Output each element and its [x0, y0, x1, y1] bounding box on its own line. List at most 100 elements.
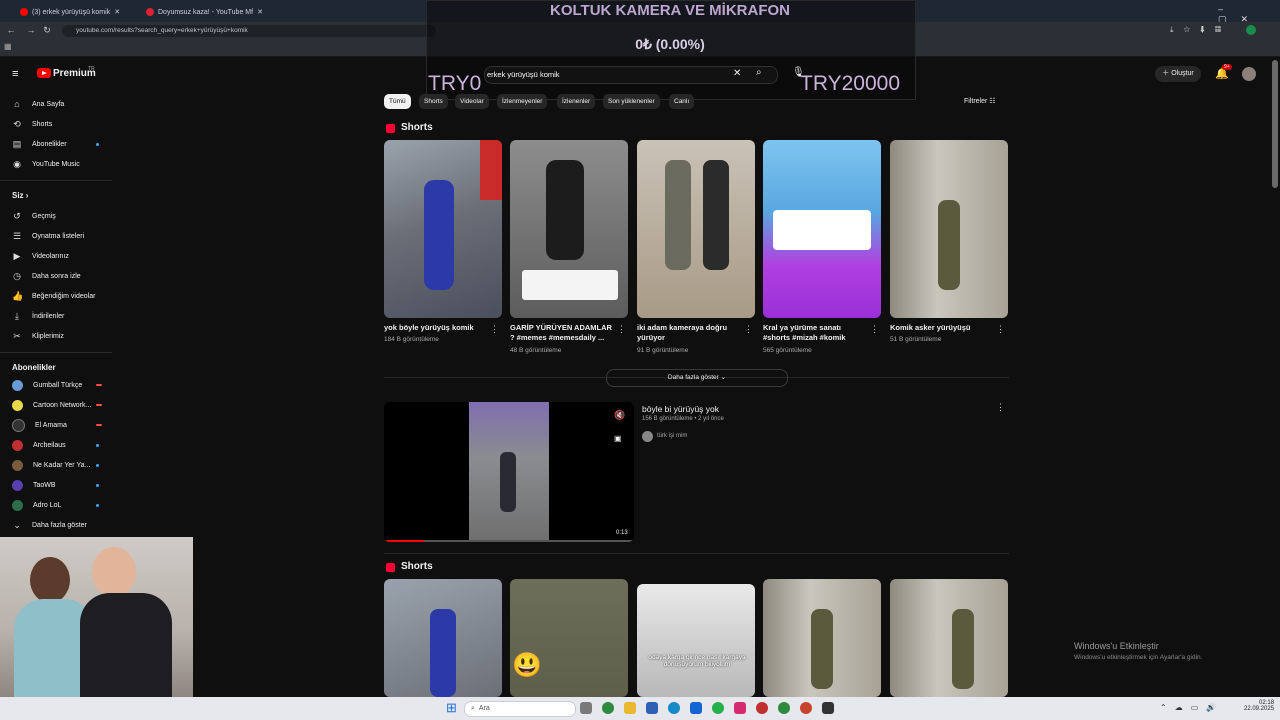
task-view-icon[interactable] [580, 702, 592, 714]
short-thumbnail[interactable] [890, 140, 1008, 318]
short-title[interactable]: GARİP YÜRÜYEN ADAMLAR ? #memes #memesdai… [510, 323, 614, 343]
chip-shorts[interactable]: Shorts [419, 94, 448, 109]
chip-recently-uploaded[interactable]: Son yüklenenler [603, 94, 660, 109]
microphone-icon[interactable]: 🎙 [792, 67, 805, 78]
chip-videos[interactable]: Videolar [455, 94, 489, 109]
search-icon: ⌕ [471, 705, 475, 712]
sidebar-sub-item[interactable]: Cartoon Network... [12, 396, 91, 414]
short-thumbnail[interactable] [763, 140, 881, 318]
short-title[interactable]: iki adam kameraya doğru yürüyor [637, 323, 741, 343]
mute-icon[interactable]: 🔇 [614, 410, 625, 421]
home-icon: ⌂ [14, 99, 20, 109]
sidebar-item-downloads[interactable]: ⤓ İndirilenler [12, 307, 64, 325]
chip-unwatched[interactable]: İzlenmeyenler [497, 94, 548, 109]
sidebar-label: TaoWB [33, 481, 56, 489]
channel-avatar[interactable] [642, 431, 653, 442]
short-title[interactable]: Kral ya yürüme sanatı #shorts #mizah #ko… [763, 323, 867, 343]
sidebar-item-subscriptions[interactable]: ▤ Abonelikler [12, 135, 67, 153]
short-views: 51 B görüntüleme [890, 336, 942, 343]
grinning-emoji-icon: 😃 [512, 652, 542, 679]
sidebar-sub-item[interactable]: Archeilaus [12, 436, 66, 454]
apps-icon[interactable]: ▦ [4, 42, 14, 52]
spotify-icon[interactable] [712, 702, 724, 714]
chip-watched[interactable]: İzlenenler [557, 94, 596, 109]
sidebar-show-more[interactable]: ⌄ Daha fazla göster [12, 516, 87, 534]
video-title[interactable]: böyle bi yürüyüş yok [642, 404, 719, 414]
reload-icon[interactable]: ↻ [42, 25, 52, 36]
sidebar-sub-item[interactable]: Ne Kadar Yer Ya... [12, 456, 90, 474]
sidebar-sub-item[interactable]: Adro LoL [12, 496, 61, 514]
system-tray-icons[interactable]: ⌃☁▭🔊 [1160, 703, 1224, 712]
browser-tab-active[interactable]: (3) erkek yürüyüşü komik ✕ [14, 4, 126, 20]
url-field[interactable]: youtube.com/results?search_query=erkek+y… [62, 25, 436, 37]
more-options-icon[interactable]: ⋮ [996, 324, 1005, 335]
clock[interactable]: 02:18 22.09.2025 [1244, 700, 1274, 712]
app-icon[interactable] [756, 702, 768, 714]
search-icon[interactable]: ⌕ [756, 67, 762, 78]
video-thumbnail[interactable] [384, 402, 634, 542]
chip-all[interactable]: Tümü [384, 94, 411, 109]
account-avatar[interactable] [1242, 67, 1256, 81]
more-options-icon[interactable]: ⋮ [996, 402, 1005, 413]
short-thumbnail[interactable] [890, 579, 1008, 697]
short-title[interactable]: Komik asker yürüyüşü [890, 323, 994, 333]
edge-icon[interactable] [668, 702, 680, 714]
sidebar-you-heading[interactable]: Siz › [12, 191, 28, 200]
create-button[interactable]: ＋ Oluştur [1155, 66, 1201, 82]
menu-icon[interactable]: ≡ [12, 68, 18, 80]
sidebar-item-liked[interactable]: 👍 Beğendiğim videolar [12, 287, 95, 305]
sidebar-sub-item[interactable]: TaoWB [12, 476, 56, 494]
short-title[interactable]: yok böyle yürüyüş komik [384, 323, 488, 333]
page-scrollbar[interactable] [1272, 60, 1278, 188]
show-more-button[interactable]: Daha fazla göster ⌄ [606, 369, 788, 387]
chrome-icon[interactable] [778, 702, 790, 714]
instagram-icon[interactable] [734, 702, 746, 714]
channel-name[interactable]: türk işi mim [657, 433, 687, 439]
sidebar-item-shorts[interactable]: ⟲ Shorts [12, 115, 52, 133]
close-icon[interactable]: ✕ [114, 8, 120, 16]
filters-button[interactable]: Filtreler ☷ [964, 97, 996, 105]
browser-toolbar-icons[interactable]: ⤓☆⬇▦ [1170, 25, 1231, 35]
taskbar [0, 697, 1280, 720]
app-icon[interactable] [822, 702, 834, 714]
captions-icon[interactable]: ▣ [614, 434, 622, 443]
browser-tab[interactable]: Doyumsuz kaza! - YouTube Mf ✕ [140, 4, 269, 20]
short-thumbnail[interactable]: odaya karga girince nasıl kargaya dönüşü… [637, 584, 755, 697]
more-options-icon[interactable]: ⋮ [617, 324, 626, 335]
short-thumbnail[interactable] [637, 140, 755, 318]
close-icon[interactable]: ✕ [257, 8, 263, 16]
sidebar-item-your-videos[interactable]: ▶ Videolarınız [12, 247, 69, 265]
more-options-icon[interactable]: ⋮ [870, 324, 879, 335]
short-thumbnail[interactable] [384, 579, 502, 697]
youtube-favicon-icon [20, 8, 28, 16]
sidebar-sub-item[interactable]: Gumball Türkçe [12, 376, 82, 394]
sidebar-item-playlists[interactable]: ☰ Oynatma listeleri [12, 227, 84, 245]
more-options-icon[interactable]: ⋮ [490, 324, 499, 335]
calculator-icon[interactable] [646, 702, 658, 714]
windows-start-icon[interactable]: ⊞ [446, 700, 457, 716]
more-options-icon[interactable]: ⋮ [744, 324, 753, 335]
sidebar-label: Beğendiğim videolar [32, 292, 96, 300]
profile-avatar[interactable] [1246, 25, 1256, 35]
taskbar-search[interactable]: ⌕ Ara [464, 701, 576, 717]
sidebar-item-history[interactable]: ↺ Geçmiş [12, 207, 56, 225]
sidebar-divider [0, 180, 112, 181]
chrome-icon[interactable] [602, 702, 614, 714]
back-icon[interactable]: ← [6, 25, 16, 35]
file-explorer-icon[interactable] [624, 702, 636, 714]
word-icon[interactable] [690, 702, 702, 714]
sidebar-item-youtube-music[interactable]: ◉ YouTube Music [12, 155, 80, 173]
sidebar-item-home[interactable]: ⌂ Ana Sayfa [12, 95, 64, 113]
short-thumbnail[interactable] [510, 140, 628, 318]
forward-icon[interactable]: → [26, 25, 36, 35]
clear-search-icon[interactable]: ✕ [733, 68, 741, 79]
short-thumbnail[interactable]: 😃 [510, 579, 628, 697]
chrome-profile-icon[interactable] [800, 702, 812, 714]
short-thumbnail[interactable] [384, 140, 502, 318]
video-duration: 0:13 [614, 530, 630, 536]
sidebar-item-watch-later[interactable]: ◷ Daha sonra izle [12, 267, 81, 285]
chip-live[interactable]: Canlı [669, 94, 695, 109]
sidebar-item-clips[interactable]: ✂ Kliplerimiz [12, 327, 64, 345]
sidebar-sub-item[interactable]: El Amama [12, 416, 67, 434]
short-thumbnail[interactable] [763, 579, 881, 697]
